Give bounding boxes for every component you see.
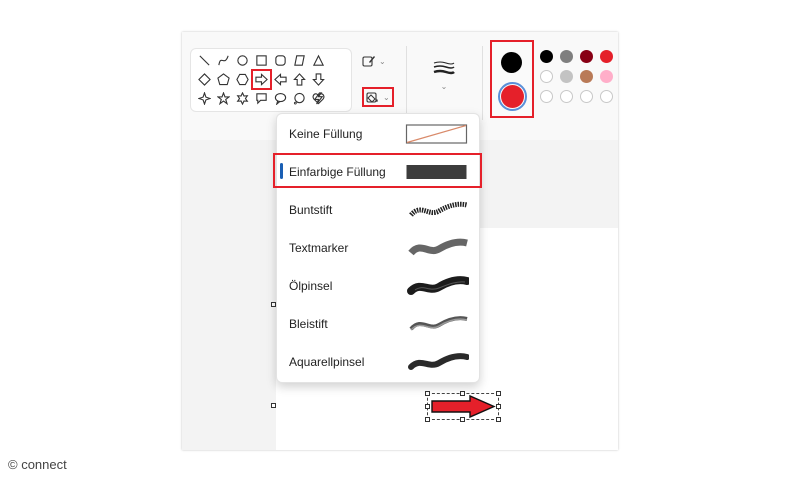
chevron-down-icon: ⌄ <box>379 56 386 66</box>
menu-item-keine-fuellung[interactable]: Keine Füllung <box>277 115 479 153</box>
right-arrow-icon[interactable] <box>251 69 272 90</box>
selection-handle[interactable] <box>425 391 430 396</box>
selection-handle[interactable] <box>496 417 501 422</box>
palette-color-swatch[interactable] <box>560 90 573 103</box>
menu-item-label: Bleistift <box>289 317 328 331</box>
diamond-icon[interactable] <box>195 70 214 89</box>
selection-handle[interactable] <box>496 404 501 409</box>
secondary-color-swatch[interactable] <box>498 82 527 111</box>
color-palette <box>540 50 614 103</box>
down-arrow-icon[interactable] <box>309 70 328 89</box>
six-point-star-icon[interactable] <box>233 89 252 108</box>
palette-color-swatch[interactable] <box>580 50 593 63</box>
parallelogram-icon[interactable] <box>290 51 309 70</box>
rectangle-icon[interactable] <box>252 51 271 70</box>
no-fill-preview-icon <box>405 124 468 144</box>
menu-item-textmarker[interactable]: Textmarker <box>277 229 479 267</box>
menu-item-oelpinsel[interactable]: Ölpinsel <box>277 267 479 305</box>
palette-color-swatch[interactable] <box>580 70 593 83</box>
chevron-down-icon: ⌄ <box>440 82 448 91</box>
fill-bucket-icon <box>366 92 378 103</box>
cloud-callout-icon[interactable] <box>290 89 309 108</box>
rounded-callout-icon[interactable] <box>252 89 271 108</box>
oval-callout-icon[interactable] <box>271 89 290 108</box>
ribbon-divider <box>406 46 407 120</box>
menu-item-label: Keine Füllung <box>289 127 363 141</box>
four-point-star-icon[interactable] <box>195 89 214 108</box>
active-colors-box <box>490 40 534 118</box>
curve-icon[interactable] <box>214 51 233 70</box>
pencil-preview-icon <box>409 316 468 331</box>
shape-fill-button[interactable]: ⌄ <box>362 87 394 107</box>
marker-preview-icon <box>408 238 468 256</box>
pen-outline-icon <box>362 56 375 67</box>
palette-color-swatch[interactable] <box>560 70 573 83</box>
lightning-icon[interactable] <box>309 89 328 108</box>
palette-color-swatch[interactable] <box>580 90 593 103</box>
oval-icon[interactable] <box>233 51 252 70</box>
palette-color-swatch[interactable] <box>600 50 613 63</box>
palette-color-swatch[interactable] <box>600 90 613 103</box>
canvas-resize-handle[interactable] <box>271 403 276 408</box>
menu-item-aquarellpinsel[interactable]: Aquarellpinsel <box>277 343 479 381</box>
palette-color-swatch[interactable] <box>540 90 553 103</box>
selection-handle[interactable] <box>460 391 465 396</box>
shapes-gallery <box>190 48 352 112</box>
palette-color-swatch[interactable] <box>540 70 553 83</box>
palette-color-swatch[interactable] <box>600 70 613 83</box>
stroke-size-button[interactable]: ⌄ <box>432 60 456 91</box>
line-icon[interactable] <box>195 51 214 70</box>
menu-item-label: Buntstift <box>289 203 333 217</box>
menu-item-label: Ölpinsel <box>289 279 333 293</box>
left-arrow-icon[interactable] <box>271 70 290 89</box>
watermark: © connect <box>8 457 67 472</box>
menu-item-label: Textmarker <box>289 241 349 255</box>
shape-selection-box[interactable] <box>427 393 499 420</box>
palette-color-swatch[interactable] <box>540 50 553 63</box>
five-point-star-icon[interactable] <box>214 89 233 108</box>
selection-handle[interactable] <box>425 417 430 422</box>
up-arrow-icon[interactable] <box>290 70 309 89</box>
stroke-size-icon <box>433 61 455 75</box>
ribbon-divider <box>482 46 483 120</box>
menu-item-label: Aquarellpinsel <box>289 355 365 369</box>
shape-outline-button[interactable]: ⌄ <box>362 54 386 68</box>
selection-handle[interactable] <box>425 404 430 409</box>
triangle-icon[interactable] <box>309 51 328 70</box>
menu-item-bleistift[interactable]: Bleistift <box>277 305 479 343</box>
highlight-box <box>273 153 482 188</box>
hexagon-icon[interactable] <box>233 70 252 89</box>
selection-handle[interactable] <box>460 417 465 422</box>
primary-color-swatch[interactable] <box>501 52 522 73</box>
pentagon-icon[interactable] <box>214 70 233 89</box>
crayon-preview-icon <box>409 201 468 217</box>
oil-brush-preview-icon <box>407 276 469 295</box>
red-arrow-shape[interactable] <box>428 394 498 419</box>
palette-color-swatch[interactable] <box>560 50 573 63</box>
watercolor-brush-preview-icon <box>408 353 469 370</box>
menu-item-buntstift[interactable]: Buntstift <box>277 191 479 229</box>
chevron-down-icon: ⌄ <box>383 92 390 102</box>
selection-handle[interactable] <box>496 391 501 396</box>
rounded-rectangle-icon[interactable] <box>271 51 290 70</box>
